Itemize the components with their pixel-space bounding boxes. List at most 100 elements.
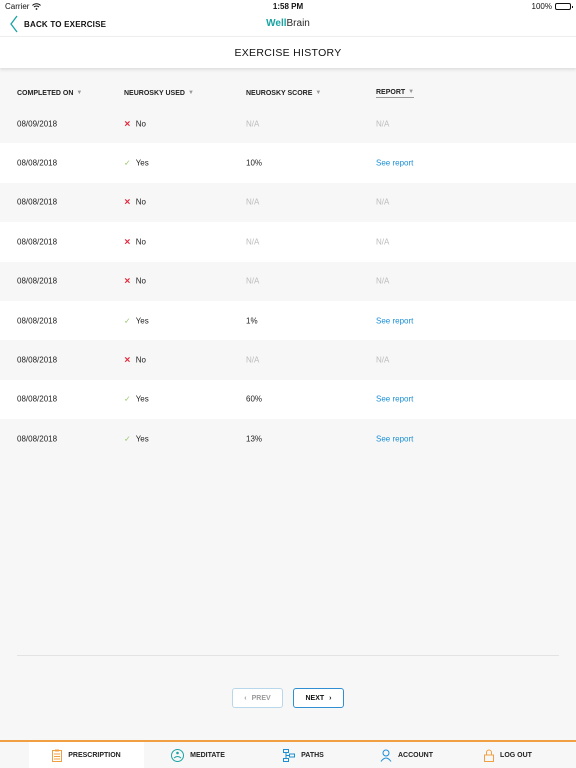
tab-paths[interactable]: PATHS (252, 742, 355, 768)
battery-indicator: 100% (532, 2, 573, 11)
see-report-link[interactable]: See report (376, 159, 413, 168)
table-row: 08/08/2018 ✕ No N/A N/A (0, 182, 576, 223)
neurosky-score-value: N/A (246, 276, 260, 286)
check-icon: ✓ (124, 316, 131, 326)
report-cell: N/A (376, 277, 389, 286)
wellbrain-logo: WellBrain (0, 18, 576, 29)
completed-on-value: 08/08/2018 (17, 394, 58, 404)
page-title: EXERCISE HISTORY (234, 47, 342, 59)
neurosky-used-value: Yes (135, 158, 149, 168)
column-header-neurosky-score[interactable]: NEUROSKY SCORE ▼ (246, 90, 321, 97)
report-cell: N/A (376, 198, 389, 207)
table-row: 08/08/2018 ✓ Yes 10% See report (0, 143, 576, 183)
report-value: N/A (376, 119, 390, 129)
completed-on-value: 08/08/2018 (17, 434, 58, 444)
page-header: EXERCISE HISTORY (0, 36, 576, 68)
table-row: 08/08/2018 ✓ Yes 1% See report (0, 300, 576, 341)
report-cell: N/A (376, 356, 389, 365)
sort-arrow-icon: ▼ (187, 90, 194, 96)
neurosky-used-value: No (135, 276, 146, 286)
neurosky-used-cell: ✕ No (124, 356, 146, 365)
neurosky-used-cell: ✓ Yes (124, 159, 149, 168)
tab-meditate[interactable]: MEDITATE (144, 742, 252, 768)
sort-arrow-icon: ▼ (76, 90, 83, 96)
neurosky-score-cell: 60% (246, 395, 262, 404)
sort-arrow-icon: ▼ (315, 90, 322, 96)
report-value: N/A (376, 355, 390, 365)
clock: 1:58 PM (272, 2, 304, 11)
table-row: 08/08/2018 ✕ No N/A N/A (0, 222, 576, 262)
neurosky-used-cell: ✕ No (124, 119, 146, 128)
neurosky-score-cell: N/A (246, 237, 259, 246)
neurosky-used-value: Yes (135, 434, 149, 444)
tab-label: MEDITATE (190, 751, 225, 759)
column-header-report[interactable]: REPORT ▼ (376, 88, 415, 98)
completed-on-value: 08/08/2018 (17, 316, 58, 326)
table-body: 08/09/2018 ✕ No N/A N/A 08/08/2018 ✓ Yes 10% See … (0, 104, 576, 459)
x-mark-icon: ✕ (124, 276, 131, 286)
status-bar: Carrier 1:58 PM 100% (0, 0, 576, 12)
table-row: 08/09/2018 ✕ No N/A N/A (0, 104, 576, 144)
neurosky-used-value: No (135, 197, 146, 207)
report-value: N/A (376, 276, 390, 286)
completed-on-value: 08/08/2018 (17, 276, 58, 286)
tab-label: PATHS (301, 751, 324, 759)
neurosky-used-value: No (135, 119, 146, 129)
neurosky-used-cell: ✓ Yes (124, 395, 149, 404)
tab-label: ACCOUNT (398, 751, 433, 759)
x-mark-icon: ✕ (124, 119, 131, 129)
report-cell: See report (376, 159, 413, 168)
x-mark-icon: ✕ (124, 197, 131, 207)
report-value: N/A (376, 197, 390, 207)
neurosky-score-cell: 13% (246, 434, 262, 443)
report-cell: See report (376, 395, 413, 404)
report-cell: See report (376, 316, 413, 325)
column-header-label: NEUROSKY USED (124, 89, 185, 97)
see-report-link[interactable]: See report (376, 395, 413, 404)
exercise-history-table: COMPLETED ON ▼ NEUROSKY USED ▼ NEUROSKY … (0, 82, 576, 459)
tab-account[interactable]: ACCOUNT (355, 742, 458, 768)
account-icon (380, 749, 392, 762)
check-icon: ✓ (124, 434, 131, 444)
column-header-label: REPORT (376, 88, 406, 96)
prev-label: PREV (251, 694, 271, 702)
lock-icon (484, 749, 495, 762)
column-header-completed-on[interactable]: COMPLETED ON ▼ (17, 90, 82, 97)
neurosky-score-value: 1% (246, 316, 258, 326)
neurosky-score-value: N/A (246, 119, 260, 129)
table-row: 08/08/2018 ✕ No N/A N/A (0, 340, 576, 380)
paths-icon (283, 748, 296, 762)
completed-on-cell: 08/08/2018 (17, 198, 57, 207)
meditate-icon (171, 748, 185, 762)
column-header-label: NEUROSKY SCORE (246, 89, 313, 97)
check-icon: ✓ (124, 394, 131, 404)
column-header-neurosky-used[interactable]: NEUROSKY USED ▼ (124, 90, 194, 97)
table-header: COMPLETED ON ▼ NEUROSKY USED ▼ NEUROSKY … (0, 82, 576, 104)
neurosky-score-value: N/A (246, 355, 260, 365)
see-report-link[interactable]: See report (376, 434, 413, 443)
sort-arrow-icon: ▼ (408, 89, 415, 95)
neurosky-used-cell: ✕ No (124, 198, 146, 207)
neurosky-score-cell: 10% (246, 159, 262, 168)
completed-on-value: 08/09/2018 (17, 119, 58, 129)
completed-on-cell: 08/09/2018 (17, 119, 57, 128)
next-label: NEXT (305, 694, 325, 702)
table-row: 08/08/2018 ✓ Yes 13% See report (0, 419, 576, 459)
prev-page-button[interactable]: ‹ PREV (232, 688, 283, 708)
tab-prescription[interactable]: PRESCRIPTION (29, 742, 144, 768)
report-cell: See report (376, 434, 413, 443)
completed-on-value: 08/08/2018 (17, 237, 58, 247)
completed-on-cell: 08/08/2018 (17, 395, 57, 404)
completed-on-cell: 08/08/2018 (17, 434, 57, 443)
completed-on-value: 08/08/2018 (17, 355, 58, 365)
neurosky-used-cell: ✕ No (124, 277, 146, 286)
column-header-label: COMPLETED ON (17, 89, 74, 97)
neurosky-score-value: 13% (246, 434, 263, 444)
x-mark-icon: ✕ (124, 355, 131, 365)
tab-log-out[interactable]: LOG OUT (458, 742, 558, 768)
report-cell: N/A (376, 237, 389, 246)
next-page-button[interactable]: NEXT › (293, 688, 344, 708)
see-report-link[interactable]: See report (376, 316, 413, 325)
neurosky-used-cell: ✕ No (124, 237, 146, 246)
pagination: ‹ PREV NEXT › (0, 688, 576, 708)
